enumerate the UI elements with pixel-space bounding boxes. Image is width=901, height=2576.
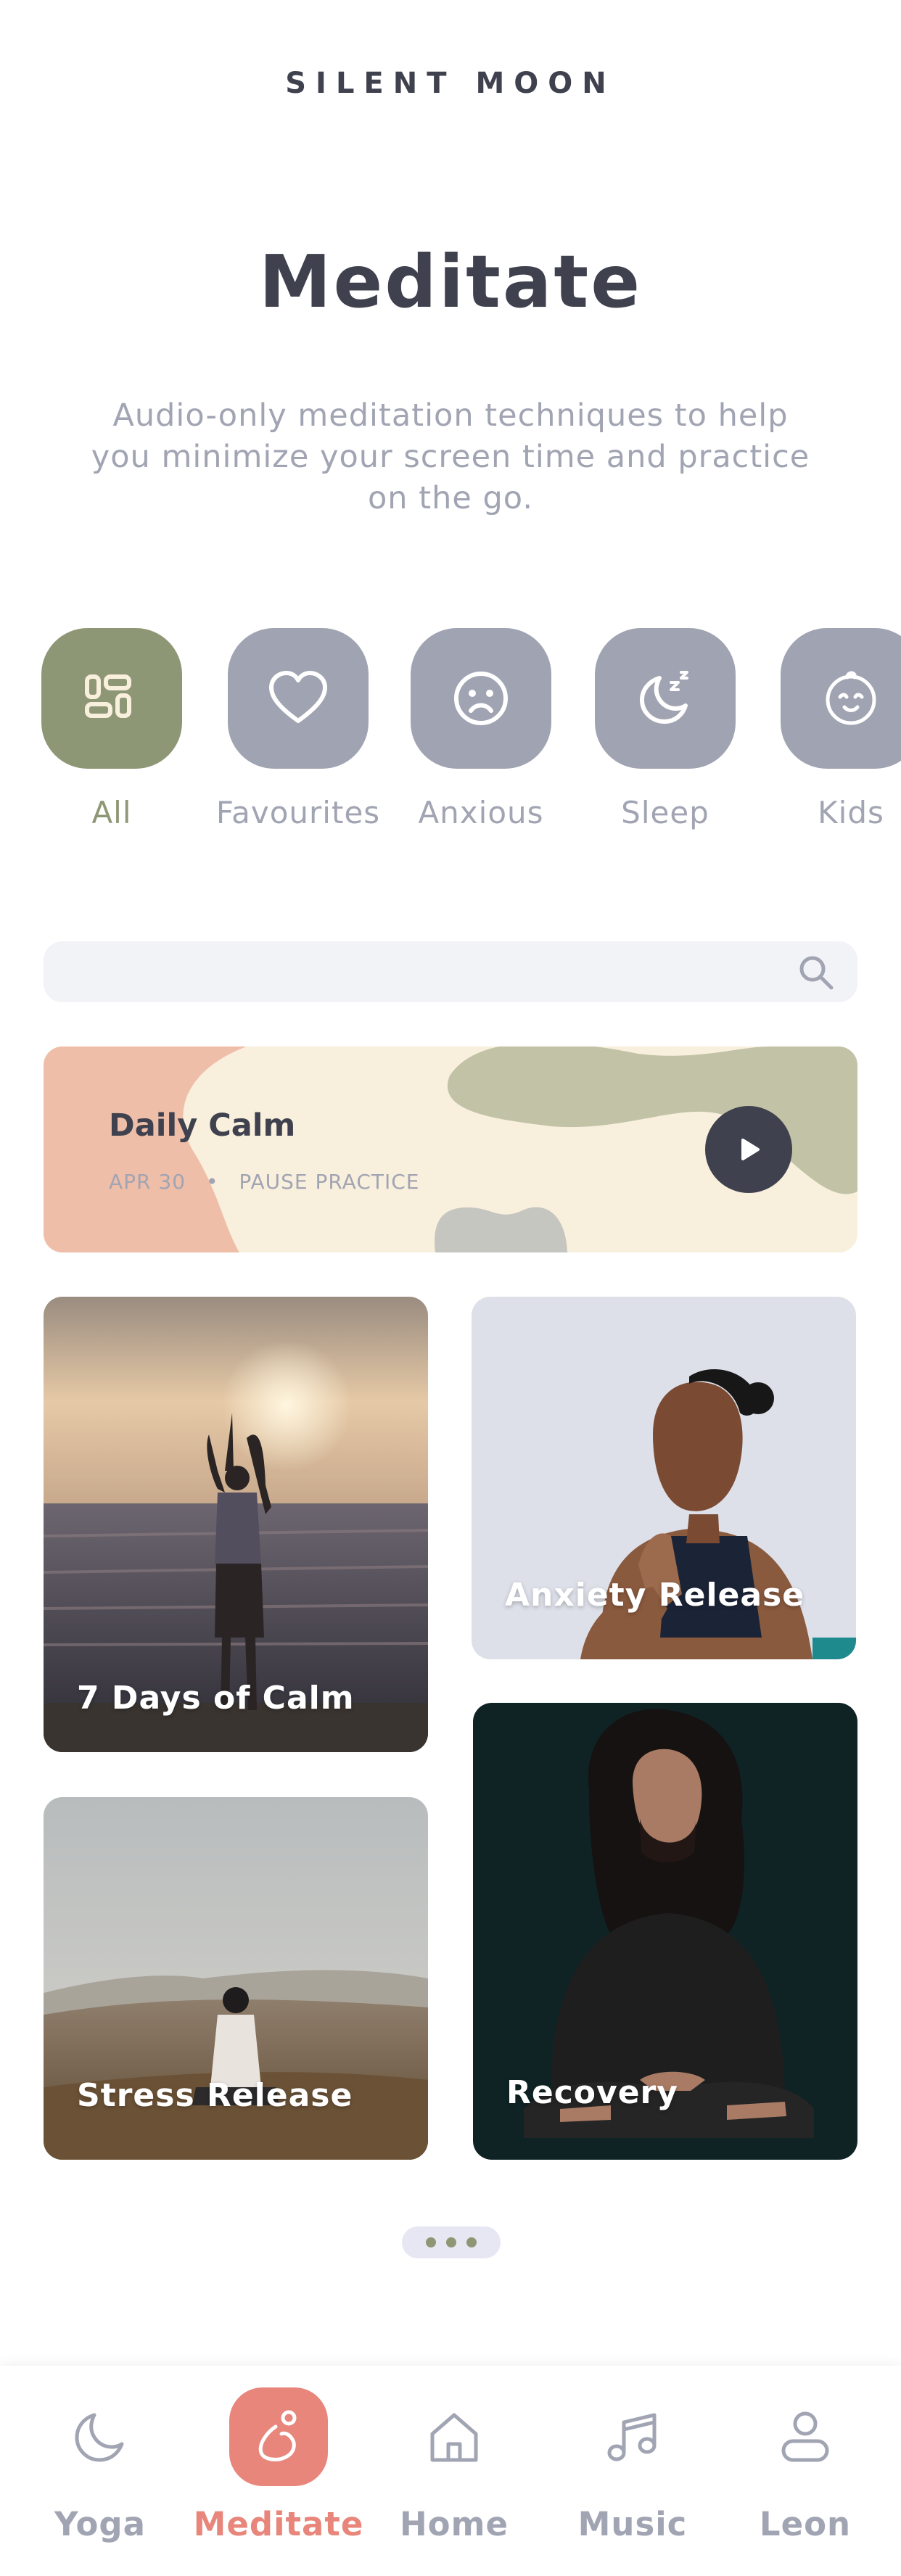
more-button[interactable] (402, 2226, 501, 2258)
course-card-label: Recovery (506, 2074, 678, 2111)
tab-meditate-icon-wrap[interactable] (229, 2387, 328, 2486)
category-favourites[interactable]: Favourites (204, 628, 392, 830)
page-title: Meditate (258, 239, 643, 324)
bottom-tab-bar: Yoga Meditate Home Music Leon (0, 2366, 901, 2576)
course-card-anxiety-release[interactable]: Anxiety Release (472, 1297, 856, 1659)
home-icon (430, 2413, 478, 2462)
course-card-label: Stress Release (77, 2077, 353, 2114)
heart-icon (269, 671, 327, 723)
tab-yoga-icon-wrap[interactable] (51, 2387, 149, 2486)
moon-icon (75, 2413, 124, 2462)
daily-calm-date: APR 30 (109, 1170, 186, 1194)
daily-calm-meta: APR 30 • PAUSE PRACTICE (109, 1170, 420, 1194)
play-icon (741, 1139, 760, 1160)
tab-label: Meditate (193, 2505, 364, 2543)
grid-icon (85, 674, 131, 718)
tab-label: Home (400, 2505, 509, 2543)
category-sleep[interactable]: Sleep (571, 628, 760, 830)
sad-face-icon (454, 672, 508, 725)
tab-label: Yoga (54, 2505, 146, 2543)
tab-label: Leon (759, 2505, 852, 2543)
daily-calm-card[interactable]: Daily Calm APR 30 • PAUSE PRACTICE (44, 1046, 857, 1252)
moon-zz-icon (640, 671, 688, 724)
category-sleep-tile[interactable] (595, 628, 736, 769)
tab-music-icon-wrap[interactable] (583, 2387, 682, 2486)
search-input[interactable] (44, 941, 857, 1002)
tab-meditate[interactable]: Meditate (192, 2387, 366, 2543)
category-anxious[interactable]: Anxious (387, 628, 575, 830)
music-icon (607, 2413, 657, 2461)
baby-face-icon (826, 671, 876, 725)
category-label: All (91, 795, 132, 830)
category-label: Anxious (418, 795, 544, 830)
tab-profile-icon-wrap[interactable] (756, 2387, 855, 2486)
daily-calm-title: Daily Calm (109, 1107, 296, 1144)
search-icon[interactable] (797, 953, 836, 992)
category-label: Kids (818, 795, 884, 830)
category-kids-tile[interactable] (781, 628, 901, 769)
course-card-stress-release[interactable]: Stress Release (44, 1797, 428, 2160)
more-dot (426, 2237, 436, 2247)
user-icon (781, 2411, 829, 2462)
page-subtitle: Audio-only meditation techniques to help… (91, 397, 810, 516)
category-favourites-tile[interactable] (228, 628, 369, 769)
course-card-label: 7 Days of Calm (77, 1680, 355, 1717)
course-card-label: Anxiety Release (505, 1577, 805, 1614)
tab-profile[interactable]: Leon (718, 2387, 892, 2543)
category-all[interactable]: All (17, 628, 206, 830)
category-label: Favourites (215, 795, 381, 830)
daily-calm-subtitle: PAUSE PRACTICE (239, 1170, 420, 1194)
more-dot (446, 2237, 456, 2247)
category-all-tile[interactable] (41, 628, 182, 769)
course-card-7-days-of-calm[interactable]: 7 Days of Calm (44, 1297, 428, 1752)
tab-music[interactable]: Music (546, 2387, 720, 2543)
meditate-icon (258, 2410, 297, 2461)
more-dot (466, 2237, 477, 2247)
tab-home[interactable]: Home (367, 2387, 541, 2543)
tab-home-icon-wrap[interactable] (405, 2387, 503, 2486)
brand-logo: SILENT MOON (285, 67, 616, 100)
tab-yoga[interactable]: Yoga (13, 2387, 187, 2543)
course-card-recovery[interactable]: Recovery (473, 1703, 857, 2160)
play-button[interactable] (705, 1106, 792, 1193)
category-kids[interactable]: Kids (757, 628, 901, 830)
tab-label: Music (577, 2505, 688, 2543)
category-label: Sleep (621, 795, 709, 830)
category-anxious-tile[interactable] (411, 628, 551, 769)
meta-separator: • (205, 1170, 219, 1194)
category-list: All Favourites Anxious Sleep Kids (0, 628, 901, 846)
